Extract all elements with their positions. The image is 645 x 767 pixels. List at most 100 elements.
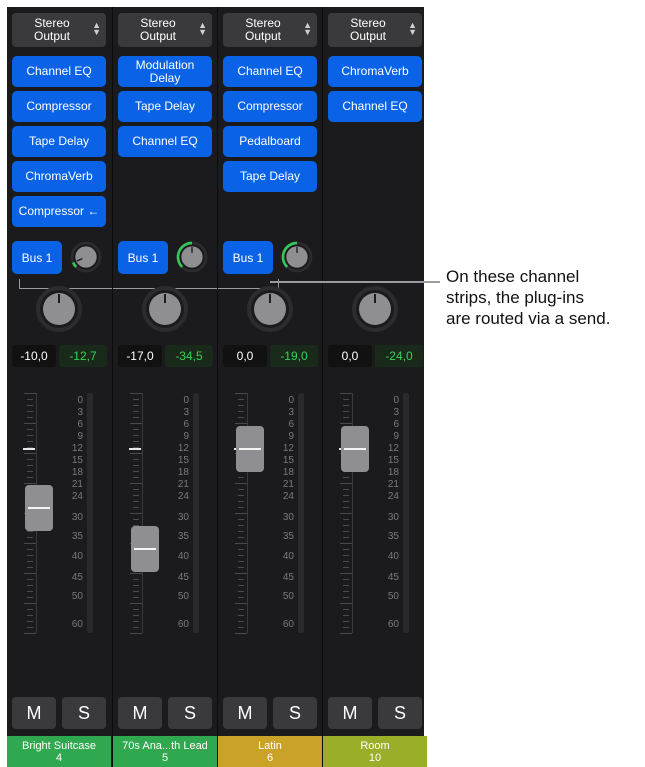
pan-knob[interactable] <box>351 285 399 333</box>
fader-tick <box>27 435 33 436</box>
track-number: 10 <box>368 751 382 764</box>
pan-knob[interactable] <box>246 285 294 333</box>
fader-tick <box>235 393 247 394</box>
updown-chevron-icon: ▲ ▼ <box>303 20 312 37</box>
channel-strip: Stereo Output ▲ ▼ Modulation Delay Tape Dela… <box>112 7 217 767</box>
plugin-slot[interactable]: Channel EQ <box>223 56 317 87</box>
fader-tick <box>133 399 139 400</box>
pan-knob-wrap[interactable] <box>35 285 83 333</box>
pan-knob[interactable] <box>141 285 189 333</box>
fader-cap[interactable] <box>25 484 53 531</box>
output-selector[interactable]: Stereo Output ▲ ▼ <box>223 13 317 47</box>
plugin-slot[interactable]: Compressor ← <box>12 196 106 227</box>
mute-button[interactable]: M <box>223 697 267 729</box>
send-bus-button[interactable]: Bus 1 <box>223 241 273 274</box>
volume-fader[interactable]: 0 3 6 9 12 15 18 21 24 30 35 40 45 50 60 <box>113 385 217 645</box>
fader-tick <box>238 489 244 490</box>
pan-knob-wrap[interactable] <box>351 285 399 333</box>
scale-label: 30 <box>282 512 294 523</box>
plugin-slot[interactable]: Pedalboard <box>223 126 317 157</box>
solo-button[interactable]: S <box>378 697 422 729</box>
scale-label: 3 <box>288 407 294 418</box>
scale-label: 24 <box>282 491 294 502</box>
fader-tick <box>238 561 244 562</box>
output-selector[interactable]: Stereo Output ▲ ▼ <box>12 13 106 47</box>
fader-tick <box>238 585 244 586</box>
volume-fader[interactable]: 0 3 6 9 12 15 18 21 24 30 35 40 45 50 60 <box>218 385 322 645</box>
volume-fader[interactable]: 0 3 6 9 12 15 18 21 24 30 35 40 45 50 60 <box>323 385 427 645</box>
mute-button[interactable]: M <box>12 697 56 729</box>
output-selector[interactable]: Stereo Output ▲ ▼ <box>118 13 212 47</box>
fader-tick <box>27 627 33 628</box>
track-name-label[interactable]: Room 10 <box>323 736 427 767</box>
pan-knob[interactable] <box>35 285 83 333</box>
plugin-slot[interactable]: Compressor <box>223 91 317 122</box>
fader-tick <box>343 549 349 550</box>
plugin-slot[interactable]: ChromaVerb <box>12 161 106 192</box>
solo-button[interactable]: S <box>62 697 106 729</box>
fader-tick <box>343 507 349 508</box>
fader-tick <box>238 399 244 400</box>
plugin-slot[interactable]: ChromaVerb <box>328 56 422 87</box>
fader-tick <box>27 417 33 418</box>
fader-tick <box>340 393 352 394</box>
plugin-slot[interactable]: Tape Delay <box>12 126 106 157</box>
track-name-label[interactable]: 70s Ana...th Lead 5 <box>113 736 217 767</box>
track-number: 4 <box>55 751 63 764</box>
output-label: Stereo Output <box>139 16 177 43</box>
solo-button[interactable]: S <box>168 697 212 729</box>
fader-tick <box>130 453 142 454</box>
callout-line-1: On these channel <box>446 267 580 286</box>
scale-label: 40 <box>282 551 294 562</box>
fader-tick <box>343 615 349 616</box>
send-bus-button[interactable]: Bus 1 <box>118 241 168 274</box>
track-number: 6 <box>266 751 274 764</box>
pan-knob-wrap[interactable] <box>141 285 189 333</box>
fader-tick <box>343 591 349 592</box>
volume-fader[interactable]: 0 3 6 9 12 15 18 21 24 30 35 40 45 50 60 <box>7 385 111 645</box>
updown-chevron-icon: ▲ ▼ <box>198 20 207 37</box>
output-selector[interactable]: Stereo Output ▲ ▼ <box>328 13 422 47</box>
scale-label: 24 <box>387 491 399 502</box>
send-level-knob[interactable] <box>176 241 208 273</box>
mute-button[interactable]: M <box>328 697 372 729</box>
fader-cap[interactable] <box>236 426 264 472</box>
plugin-slot[interactable]: Modulation Delay <box>118 56 212 87</box>
send-bus-button[interactable]: Bus 1 <box>12 241 62 274</box>
fader-tick <box>133 489 139 490</box>
fader-tick <box>133 405 139 406</box>
scale-label: 60 <box>387 619 399 630</box>
plugin-slot[interactable]: Tape Delay <box>118 91 212 122</box>
plugin-slot[interactable]: Channel EQ <box>118 126 212 157</box>
fader-tick <box>27 579 33 580</box>
pan-knob-wrap[interactable] <box>246 285 294 333</box>
scale-label: 40 <box>387 551 399 562</box>
track-name-label[interactable]: Bright Suitcase 4 <box>7 736 111 767</box>
fader-tick <box>238 477 244 478</box>
send-level-knob[interactable] <box>281 241 313 273</box>
fader-tick <box>235 573 247 574</box>
send-level-knob-wrap[interactable] <box>281 241 313 273</box>
plugin-slot[interactable]: Tape Delay <box>223 161 317 192</box>
fader-tick <box>343 627 349 628</box>
track-name-label[interactable]: Latin 6 <box>218 736 322 767</box>
fader-tick <box>133 615 139 616</box>
plugin-slot[interactable]: Channel EQ <box>328 91 422 122</box>
plugin-slot[interactable]: Compressor <box>12 91 106 122</box>
mute-button[interactable]: M <box>118 697 162 729</box>
scale-label: 50 <box>282 591 294 602</box>
send-level-knob-wrap[interactable] <box>70 241 102 273</box>
fader-tick <box>27 405 33 406</box>
fader-tick <box>27 561 33 562</box>
fader-tick <box>238 537 244 538</box>
fader-cap[interactable] <box>341 426 369 472</box>
fader-cap[interactable] <box>131 526 159 572</box>
send-level-knob[interactable] <box>70 241 102 273</box>
plugin-slot[interactable]: Channel EQ <box>12 56 106 87</box>
solo-button[interactable]: S <box>273 697 317 729</box>
fader-tick <box>27 609 33 610</box>
scale-label: 45 <box>71 572 83 583</box>
fader-tick <box>130 393 142 394</box>
fader-tick <box>130 573 142 574</box>
send-level-knob-wrap[interactable] <box>176 241 208 273</box>
